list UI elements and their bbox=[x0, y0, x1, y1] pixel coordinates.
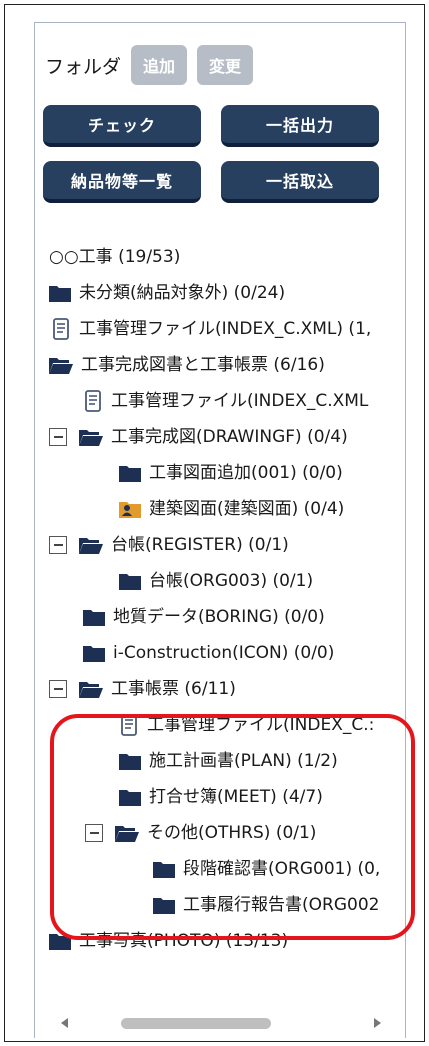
folder-panel: フォルダ 追加 変更 チェック 一括出力 納品物等一覧 一括取込 ○○工事 (1… bbox=[34, 22, 406, 1038]
open-folder-icon bbox=[79, 680, 103, 698]
open-folder-icon bbox=[79, 428, 103, 446]
tree-node-drawing-add[interactable]: 工事図面追加(001) (0/0) bbox=[119, 457, 343, 489]
document-icon bbox=[53, 318, 71, 340]
tree-label: 工事履行報告書(ORG002 bbox=[183, 895, 380, 915]
tree-label: 工事完成図書と工事帳票 (6/16) bbox=[81, 355, 325, 375]
folder-icon bbox=[83, 644, 105, 662]
add-button[interactable]: 追加 bbox=[131, 45, 188, 85]
tree-label: その他(OTHRS) (0/1) bbox=[147, 823, 317, 843]
tree-node-mgmt-file-3[interactable]: 工事管理ファイル(INDEX_C.: bbox=[121, 709, 374, 741]
folder-label: フォルダ bbox=[45, 55, 122, 78]
tree-node-meet-docs[interactable]: 工事帳票 (6/11) bbox=[79, 673, 236, 705]
tree-node-meet[interactable]: 打合せ簿(MEET) (4/7) bbox=[119, 781, 323, 813]
folder-icon bbox=[83, 608, 105, 626]
tree-node-building-drawing[interactable]: 建築図面(建築図面) (0/4) bbox=[119, 493, 344, 525]
folder-icon bbox=[153, 860, 175, 878]
bulk-output-button[interactable]: 一括出力 bbox=[221, 105, 379, 147]
tree-label: 工事写真(PHOTO) (13/13) bbox=[79, 931, 289, 951]
tree-label: 建築図面(建築図面) (0/4) bbox=[149, 499, 345, 519]
bulk-import-button[interactable]: 一括取込 bbox=[221, 161, 379, 203]
folder-icon bbox=[49, 284, 71, 302]
tree-node-photo[interactable]: 工事写真(PHOTO) (13/13) bbox=[49, 925, 288, 957]
folder-icon bbox=[49, 932, 71, 950]
tree-label: 工事帳票 (6/11) bbox=[111, 679, 236, 699]
folder-icon bbox=[119, 788, 141, 806]
tree-node-plan[interactable]: 施工計画書(PLAN) (1/2) bbox=[119, 745, 338, 777]
tree-node-drawingf[interactable]: 工事完成図(DRAWINGF) (0/4) bbox=[79, 421, 348, 453]
deliverables-list-button[interactable]: 納品物等一覧 bbox=[43, 161, 201, 203]
tree-label: 段階確認書(ORG001) (0, bbox=[183, 859, 381, 879]
user-folder-icon bbox=[119, 500, 141, 518]
tree-label: 台帳(REGISTER) (0/1) bbox=[111, 535, 289, 555]
open-folder-icon bbox=[115, 824, 139, 842]
document-icon bbox=[85, 390, 103, 412]
tree-node-register[interactable]: 台帳(REGISTER) (0/1) bbox=[79, 529, 289, 561]
tree-label: 工事完成図(DRAWINGF) (0/4) bbox=[111, 427, 348, 447]
folder-icon bbox=[119, 752, 141, 770]
tree-node-mgmt-file-1[interactable]: 工事管理ファイル(INDEX_C.XML) (1, bbox=[53, 313, 371, 345]
tree-label: 工事図面追加(001) (0/0) bbox=[149, 463, 343, 483]
open-folder-icon bbox=[49, 356, 73, 374]
tree-label: 工事管理ファイル(INDEX_C.XML bbox=[111, 391, 369, 411]
tree-node-mgmt-file-2[interactable]: 工事管理ファイル(INDEX_C.XML bbox=[85, 385, 368, 417]
tree-node-unclassified[interactable]: 未分類(納品対象外) (0/24) bbox=[49, 277, 285, 309]
tree-node-org002[interactable]: 工事履行報告書(ORG002 bbox=[153, 889, 379, 921]
tree-label: 施工計画書(PLAN) (1/2) bbox=[149, 751, 338, 771]
folder-icon bbox=[119, 572, 141, 590]
tree-label: 台帳(ORG003) (0/1) bbox=[149, 571, 314, 591]
open-folder-icon bbox=[79, 536, 103, 554]
check-button[interactable]: チェック bbox=[43, 105, 201, 147]
collapse-toggle-icon[interactable] bbox=[49, 536, 67, 554]
collapse-toggle-icon[interactable] bbox=[49, 428, 67, 446]
document-icon bbox=[121, 714, 139, 736]
tree-node-root[interactable]: ○○工事 (19/53) bbox=[49, 241, 180, 273]
tree-node-register-org[interactable]: 台帳(ORG003) (0/1) bbox=[119, 565, 313, 597]
tree-node-org001[interactable]: 段階確認書(ORG001) (0, bbox=[153, 853, 380, 885]
horizontal-scrollbar[interactable] bbox=[35, 1008, 405, 1038]
tree-node-icon[interactable]: i-Construction(ICON) (0/0) bbox=[83, 637, 334, 669]
tree-label: 未分類(納品対象外) (0/24) bbox=[79, 283, 286, 303]
tree-node-boring[interactable]: 地質データ(BORING) (0/0) bbox=[83, 601, 325, 633]
scroll-left-icon[interactable] bbox=[61, 1018, 68, 1028]
tree-node-othrs[interactable]: その他(OTHRS) (0/1) bbox=[115, 817, 316, 849]
tree-label: 工事管理ファイル(INDEX_C.XML) (1, bbox=[79, 319, 372, 339]
collapse-toggle-icon[interactable] bbox=[49, 680, 67, 698]
change-button[interactable]: 変更 bbox=[197, 45, 254, 85]
tree-label: i-Construction(ICON) (0/0) bbox=[113, 643, 335, 663]
folder-toolbar: フォルダ 追加 変更 bbox=[45, 43, 263, 87]
tree-label: 工事管理ファイル(INDEX_C.: bbox=[147, 715, 375, 735]
collapse-toggle-icon[interactable] bbox=[85, 824, 103, 842]
folder-icon bbox=[153, 896, 175, 914]
tree-label: 打合せ簿(MEET) (4/7) bbox=[149, 787, 323, 807]
folder-icon bbox=[119, 464, 141, 482]
scroll-thumb[interactable] bbox=[121, 1018, 271, 1029]
scroll-right-icon[interactable] bbox=[374, 1018, 381, 1028]
tree-node-completion-docs[interactable]: 工事完成図書と工事帳票 (6/16) bbox=[49, 349, 325, 381]
tree-label: 地質データ(BORING) (0/0) bbox=[113, 607, 325, 627]
tree-label: ○○工事 (19/53) bbox=[49, 247, 181, 267]
